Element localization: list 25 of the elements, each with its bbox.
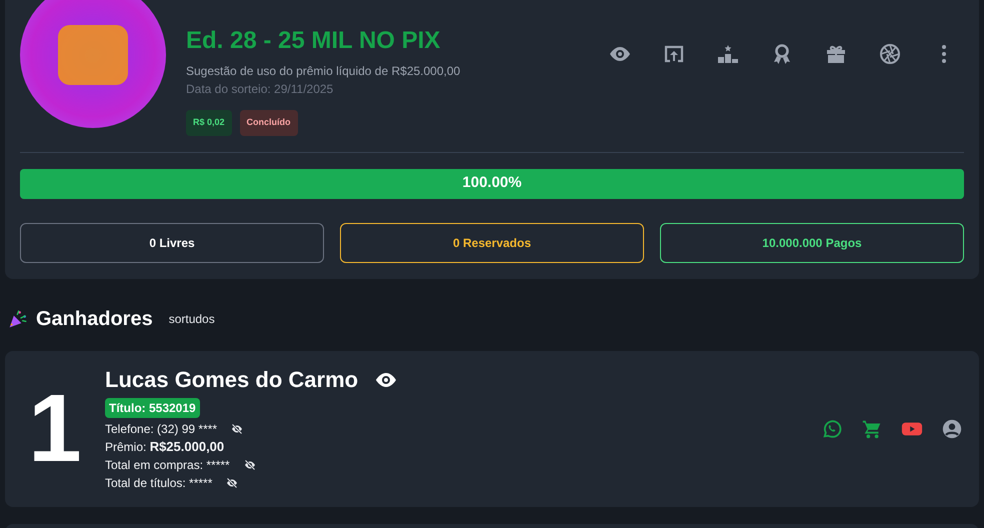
winner-detail: Total de títulos: ***** xyxy=(105,474,212,492)
winner-rank: 1 xyxy=(27,380,83,476)
price-badge: R$ 0,02 xyxy=(186,110,232,136)
raffle-description: Sugestão de uso do prêmio líquido de R$25.000,00 xyxy=(186,63,460,79)
draw-date: Data do sorteio: 29/11/2025 xyxy=(186,81,334,97)
hidden-eye-icon[interactable] xyxy=(244,458,256,470)
progress-label: 100.00% xyxy=(462,173,522,194)
hidden-eye-icon[interactable] xyxy=(231,422,244,434)
winner-detail: Telefone: (32) 99 **** xyxy=(105,420,218,438)
hidden-eye-icon[interactable] xyxy=(226,476,238,488)
status-badge: Concluído xyxy=(240,110,298,136)
party-popper-icon xyxy=(8,308,28,328)
whatsapp-icon[interactable] xyxy=(821,418,843,440)
winner-detail: Prêmio: R$25.000,00 xyxy=(105,438,224,456)
ticket-badge: Título: 5532019 xyxy=(105,398,200,418)
winner-name: Lucas Gomes do Carmo xyxy=(105,366,358,394)
ticket-count-box[interactable]: 10.000.000 Pagos xyxy=(660,222,964,262)
aperture-icon[interactable] xyxy=(878,42,902,66)
raffle-title: Ed. 28 - 25 MIL NO PIX xyxy=(186,27,442,55)
ticket-count-box[interactable]: 0 Reservados xyxy=(340,222,644,262)
winner-detail: Total em compras: ***** xyxy=(105,456,230,474)
section-title: Ganhadores xyxy=(36,306,153,332)
user-avatar-icon[interactable] xyxy=(941,418,963,440)
section-subtitle: sortudos xyxy=(168,310,215,328)
ticket-count-box[interactable]: 0 Livres xyxy=(20,222,324,262)
